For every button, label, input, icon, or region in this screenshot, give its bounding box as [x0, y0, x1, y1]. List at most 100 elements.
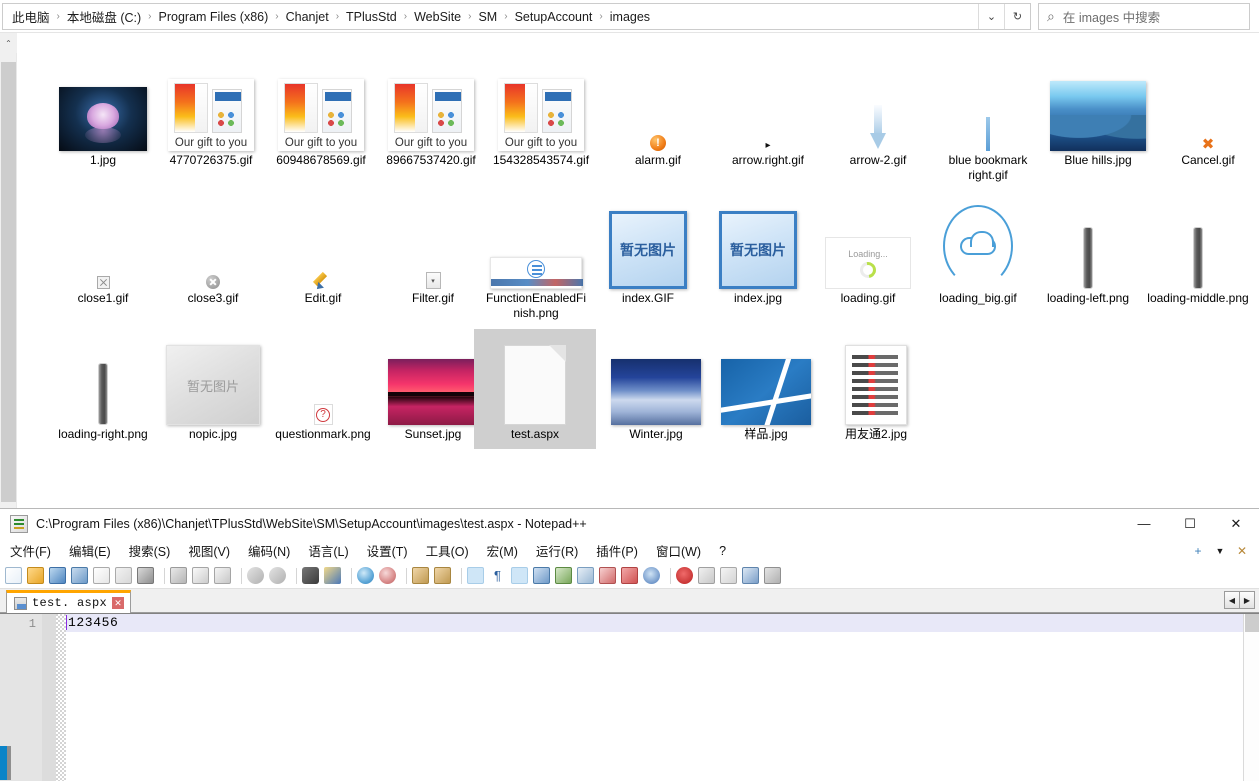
menu-item-file[interactable]: 文件(F): [2, 538, 59, 563]
scrollbar-thumb[interactable]: [1245, 614, 1259, 632]
breadcrumb-item-2[interactable]: Program Files (x86): [156, 8, 272, 26]
notepadpp-editor[interactable]: 1 123456: [0, 613, 1259, 781]
folder-as-workspace-icon[interactable]: [599, 567, 616, 584]
search-input[interactable]: ⌕ 在 images 中搜索: [1038, 3, 1250, 30]
menu-item-help[interactable]: ?: [711, 541, 734, 561]
file-tile[interactable]: 样品.jpg: [711, 329, 821, 442]
bookmark-margin[interactable]: [56, 614, 66, 781]
indent-guideline-icon[interactable]: [511, 567, 528, 584]
stop-macro-icon[interactable]: [698, 567, 715, 584]
breadcrumb-item-0[interactable]: 此电脑: [9, 5, 53, 28]
menu-item-macro[interactable]: 宏(M): [479, 538, 526, 563]
file-tile[interactable]: close3.gif: [158, 193, 268, 306]
record-macro-icon[interactable]: [676, 567, 693, 584]
menu-item-settings[interactable]: 设置(T): [359, 538, 416, 563]
tab-close-icon[interactable]: ✕: [112, 597, 125, 609]
tab-scroll-right-icon[interactable]: ▶: [1239, 591, 1255, 609]
tab-test-aspx[interactable]: test. aspx ✕: [6, 590, 132, 613]
breadcrumb-item-3[interactable]: Chanjet: [283, 8, 332, 26]
word-wrap-icon[interactable]: [467, 567, 484, 584]
function-list-icon[interactable]: [577, 567, 594, 584]
file-tile[interactable]: Our gift to you 4770726375.gif: [156, 55, 266, 168]
cut-icon[interactable]: [170, 567, 187, 584]
breadcrumb-item-7[interactable]: SetupAccount: [512, 8, 596, 26]
file-tile[interactable]: 暂无图片 nopic.jpg: [158, 329, 268, 442]
file-tile[interactable]: ! alarm.gif: [603, 55, 713, 168]
minimize-button[interactable]: —: [1121, 509, 1167, 538]
find-icon[interactable]: [302, 567, 319, 584]
file-tile[interactable]: arrow-2.gif: [823, 55, 933, 168]
menu-item-plugins[interactable]: 插件(P): [588, 538, 646, 563]
scrollbar-thumb[interactable]: [1, 62, 16, 502]
breadcrumb-item-8[interactable]: images: [607, 8, 653, 26]
menu-item-view[interactable]: 视图(V): [180, 538, 238, 563]
file-tile[interactable]: Winter.jpg: [601, 329, 711, 442]
breadcrumb-item-1[interactable]: 本地磁盘 (C:): [64, 5, 144, 28]
fold-margin[interactable]: [42, 614, 56, 781]
code-area[interactable]: 123456: [66, 614, 1243, 781]
scroll-up-icon[interactable]: ⌃: [0, 33, 17, 53]
redo-icon[interactable]: [269, 567, 286, 584]
save-icon[interactable]: [49, 567, 66, 584]
preview-icon[interactable]: [643, 567, 660, 584]
close-document-icon[interactable]: ✕: [1231, 540, 1253, 562]
file-tile[interactable]: 1.jpg: [48, 55, 158, 168]
menu-item-run[interactable]: 运行(R): [528, 538, 586, 563]
editor-vertical-scrollbar[interactable]: [1243, 614, 1259, 781]
menu-item-search[interactable]: 搜索(S): [121, 538, 179, 563]
play-macro-icon[interactable]: [720, 567, 737, 584]
file-tile[interactable]: ▾ Filter.gif: [378, 193, 488, 306]
file-tile[interactable]: loading-middle.png: [1143, 193, 1253, 306]
close-file-icon[interactable]: [93, 567, 110, 584]
file-list-pane[interactable]: 1.jpg Our gift to you 4770726375.gif Our…: [18, 33, 1259, 508]
paste-icon[interactable]: [214, 567, 231, 584]
breadcrumb-item-6[interactable]: SM: [475, 8, 500, 26]
show-all-characters-icon[interactable]: ¶: [489, 567, 506, 584]
sync-horizontal-scroll-icon[interactable]: [434, 567, 451, 584]
refresh-icon[interactable]: ↻: [1004, 4, 1030, 29]
run-macro-multiple-icon[interactable]: [742, 567, 759, 584]
file-tile[interactable]: loading-left.png: [1033, 193, 1143, 306]
menu-item-window[interactable]: 窗口(W): [648, 538, 709, 563]
close-all-icon[interactable]: [115, 567, 132, 584]
file-tile[interactable]: Loading... loading.gif: [813, 193, 923, 306]
file-tile[interactable]: Our gift to you 60948678569.gif: [266, 55, 376, 168]
menu-item-language[interactable]: 语言(L): [300, 538, 356, 563]
breadcrumb-item-4[interactable]: TPlusStd: [343, 8, 400, 26]
menu-item-edit[interactable]: 编辑(E): [61, 538, 119, 563]
new-tab-icon[interactable]: +: [1187, 540, 1209, 562]
file-tile[interactable]: close1.gif: [48, 193, 158, 306]
open-file-icon[interactable]: [27, 567, 44, 584]
file-tile[interactable]: Blue hills.jpg: [1043, 55, 1153, 168]
chevron-down-icon[interactable]: ⌄: [978, 4, 1004, 29]
file-tile[interactable]: 暂无图片 index.jpg: [703, 193, 813, 306]
save-macro-icon[interactable]: [764, 567, 781, 584]
zoom-out-icon[interactable]: [379, 567, 396, 584]
file-tile-selected[interactable]: test.aspx: [474, 329, 596, 449]
breadcrumb-item-5[interactable]: WebSite: [411, 8, 464, 26]
sync-vertical-scroll-icon[interactable]: [412, 567, 429, 584]
save-all-icon[interactable]: [71, 567, 88, 584]
file-tile[interactable]: loading-right.png: [48, 329, 158, 442]
menu-item-tools[interactable]: 工具(O): [418, 538, 477, 563]
tab-scroll-left-icon[interactable]: ◀: [1224, 591, 1240, 609]
file-tile[interactable]: 暂无图片 index.GIF: [593, 193, 703, 306]
file-tile[interactable]: ? questionmark.png: [268, 329, 378, 442]
file-tile[interactable]: ✖ Cancel.gif: [1153, 55, 1259, 168]
file-tile[interactable]: Our gift to you 89667537420.gif: [376, 55, 486, 168]
replace-icon[interactable]: [324, 567, 341, 584]
chevron-down-icon[interactable]: ▼: [1209, 540, 1231, 562]
document-map-icon[interactable]: [555, 567, 572, 584]
new-file-icon[interactable]: [5, 567, 22, 584]
file-tile[interactable]: Our gift to you 154328543574.gif: [486, 55, 596, 168]
undo-icon[interactable]: [247, 567, 264, 584]
file-tile[interactable]: 用友通2.jpg: [821, 329, 931, 442]
notepadpp-title-bar[interactable]: C:\Program Files (x86)\Chanjet\TPlusStd\…: [0, 509, 1259, 538]
menu-item-encoding[interactable]: 编码(N): [240, 538, 298, 563]
address-path-box[interactable]: 此电脑 › 本地磁盘 (C:) › Program Files (x86) › …: [2, 3, 1031, 30]
file-tile[interactable]: blue bookmark right.gif: [933, 55, 1043, 183]
close-button[interactable]: ✕: [1213, 509, 1259, 538]
print-icon[interactable]: [137, 567, 154, 584]
explorer-vertical-scrollbar[interactable]: ⌃: [0, 33, 17, 508]
file-tile[interactable]: FunctionEnabledFinish.png: [481, 193, 591, 321]
